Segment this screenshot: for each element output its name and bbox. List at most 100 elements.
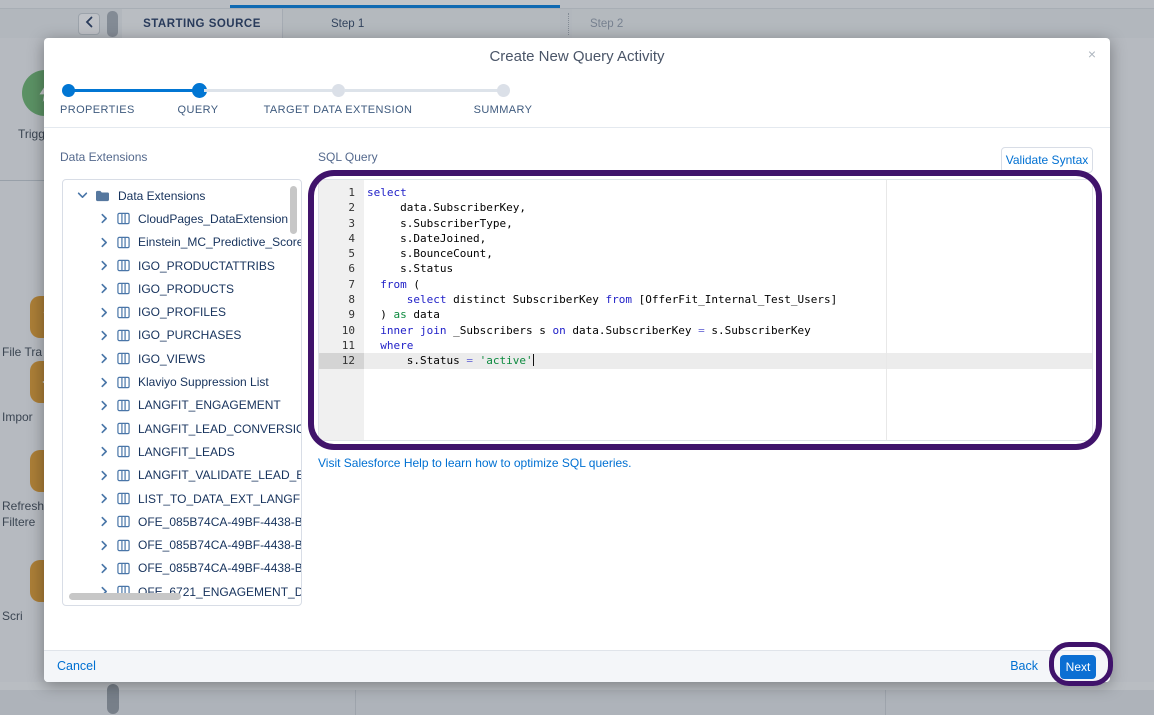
tree-item-label: OFE_085B74CA-49BF-4438-B566-	[138, 561, 302, 575]
chevron-right-icon[interactable]	[99, 353, 110, 364]
data-extension-table-icon	[117, 492, 130, 505]
line-number: 10	[319, 323, 364, 338]
data-extension-table-icon	[117, 329, 130, 342]
modal-footer: Cancel Back Next	[44, 650, 1110, 682]
tree-item-label: LANGFIT_ENGAGEMENT	[138, 398, 281, 412]
step-label[interactable]: TARGET DATA EXTENSION	[264, 104, 413, 116]
code-line: from (	[364, 277, 1092, 292]
folder-icon	[95, 189, 110, 202]
chevron-right-icon[interactable]	[99, 516, 110, 527]
tree-item[interactable]: LANGFIT_LEAD_CONVERSION	[63, 417, 301, 440]
chevron-right-icon[interactable]	[99, 260, 110, 271]
editor-code[interactable]: select data.SubscriberKey, s.SubscriberT…	[364, 180, 1092, 440]
code-line: s.DateJoined,	[364, 231, 1092, 246]
line-number: 5	[319, 246, 364, 261]
line-number: 8	[319, 292, 364, 307]
tree-item-label: Klaviyo Suppression List	[138, 375, 269, 389]
back-link[interactable]: Back	[1010, 659, 1038, 673]
chevron-right-icon[interactable]	[99, 563, 110, 574]
data-extension-table-icon	[117, 352, 130, 365]
tree-item-label: LANGFIT_LEAD_CONVERSION	[138, 422, 302, 436]
chevron-right-icon[interactable]	[99, 470, 110, 481]
tree-root-row[interactable]: Data Extensions	[63, 184, 301, 207]
step-label[interactable]: PROPERTIES	[60, 104, 135, 116]
tree-item-label: Einstein_MC_Predictive_Scores	[138, 235, 302, 249]
line-number: 11	[319, 338, 364, 353]
chevron-right-icon[interactable]	[99, 307, 110, 318]
tree-item[interactable]: OFE_085B74CA-49BF-4438-B566-	[63, 510, 301, 533]
line-number: 4	[319, 231, 364, 246]
modal-title: Create New Query Activity	[489, 48, 664, 65]
code-line: s.BounceCount,	[364, 246, 1092, 261]
tree-item[interactable]: OFE_085B74CA-49BF-4438-B566-	[63, 533, 301, 556]
step-dot-summary[interactable]	[497, 84, 510, 97]
tree-item-label: CloudPages_DataExtension	[138, 212, 288, 226]
chevron-right-icon[interactable]	[99, 446, 110, 457]
chevron-right-icon[interactable]	[99, 237, 110, 248]
data-extension-table-icon	[117, 515, 130, 528]
data-extensions-label: Data Extensions	[60, 150, 147, 164]
tree-item[interactable]: IGO_VIEWS	[63, 347, 301, 370]
tree-vertical-scrollbar[interactable]	[290, 186, 297, 234]
chevron-right-icon[interactable]	[99, 213, 110, 224]
tree-item[interactable]: IGO_PURCHASES	[63, 324, 301, 347]
data-extension-table-icon	[117, 445, 130, 458]
code-line: s.Status	[364, 261, 1092, 276]
tree-item-label: LANGFIT_LEADS	[138, 445, 235, 459]
data-extension-table-icon	[117, 376, 130, 389]
line-number: 12	[319, 353, 364, 368]
tree-item-label: IGO_PRODUCTS	[138, 282, 234, 296]
line-number: 3	[319, 216, 364, 231]
line-number: 9	[319, 307, 364, 322]
chevron-right-icon[interactable]	[99, 540, 110, 551]
cancel-button[interactable]: Cancel	[57, 659, 96, 673]
tree-item[interactable]: CloudPages_DataExtension	[63, 207, 301, 230]
tree-item[interactable]: IGO_PRODUCTATTRIBS	[63, 254, 301, 277]
tree-item[interactable]: OFE_085B74CA-49BF-4438-B566-	[63, 557, 301, 580]
tree-item-label: IGO_PURCHASES	[138, 328, 241, 342]
tree-item[interactable]: LIST_TO_DATA_EXT_LANGFIT	[63, 487, 301, 510]
editor-gutter: 123456789101112	[319, 180, 364, 440]
tree-item-label: LIST_TO_DATA_EXT_LANGFIT	[138, 492, 302, 506]
chevron-right-icon[interactable]	[99, 423, 110, 434]
tree-item[interactable]: Klaviyo Suppression List	[63, 370, 301, 393]
tree-item-label: IGO_VIEWS	[138, 352, 205, 366]
data-extension-table-icon	[117, 562, 130, 575]
create-query-activity-modal: Create New Query Activity × PROPERTIES QU…	[44, 38, 1110, 682]
data-extension-table-icon	[117, 422, 130, 435]
tree-item-label: IGO_PROFILES	[138, 305, 226, 319]
text-cursor	[533, 354, 534, 366]
sql-query-label: SQL Query	[318, 150, 378, 164]
tree-item-label: IGO_PRODUCTATTRIBS	[138, 259, 275, 273]
tree-item-label: OFE_085B74CA-49BF-4438-B566-	[138, 515, 302, 529]
tree-item[interactable]: LANGFIT_LEADS	[63, 440, 301, 463]
tree-item[interactable]: IGO_PRODUCTS	[63, 277, 301, 300]
line-number: 7	[319, 277, 364, 292]
data-extension-table-icon	[117, 259, 130, 272]
data-extension-table-icon	[117, 399, 130, 412]
tree-item[interactable]: Einstein_MC_Predictive_Scores	[63, 231, 301, 254]
next-button[interactable]: Next	[1060, 655, 1096, 679]
progress-steps: PROPERTIES QUERY TARGET DATA EXTENSION SUMM…	[44, 74, 1110, 128]
step-label[interactable]: SUMMARY	[474, 104, 533, 116]
chevron-right-icon[interactable]	[99, 493, 110, 504]
close-icon[interactable]: ×	[1088, 47, 1096, 61]
step-label[interactable]: QUERY	[178, 104, 219, 116]
chevron-down-icon[interactable]	[77, 190, 88, 201]
tree-item[interactable]: LANGFIT_ENGAGEMENT	[63, 394, 301, 417]
tree-horizontal-scrollbar[interactable]	[69, 593, 181, 600]
tree-item[interactable]: IGO_PROFILES	[63, 300, 301, 323]
salesforce-help-link[interactable]: Visit Salesforce Help to learn how to op…	[318, 456, 632, 470]
code-line: s.Status = 'active'	[364, 353, 1092, 368]
data-extension-table-icon	[117, 236, 130, 249]
validate-syntax-button[interactable]: Validate Syntax	[1001, 147, 1093, 173]
tree-item[interactable]: LANGFIT_VALIDATE_LEAD_EMAIL_	[63, 464, 301, 487]
chevron-right-icon[interactable]	[99, 330, 110, 341]
chevron-right-icon[interactable]	[99, 377, 110, 388]
tree-item-label: OFE_085B74CA-49BF-4438-B566-	[138, 538, 302, 552]
code-line: ) as data	[364, 307, 1092, 322]
chevron-right-icon[interactable]	[99, 400, 110, 411]
chevron-right-icon[interactable]	[99, 283, 110, 294]
code-line: select distinct SubscriberKey from [Offe…	[364, 292, 1092, 307]
sql-editor[interactable]: 123456789101112 select data.SubscriberKe…	[318, 179, 1093, 441]
